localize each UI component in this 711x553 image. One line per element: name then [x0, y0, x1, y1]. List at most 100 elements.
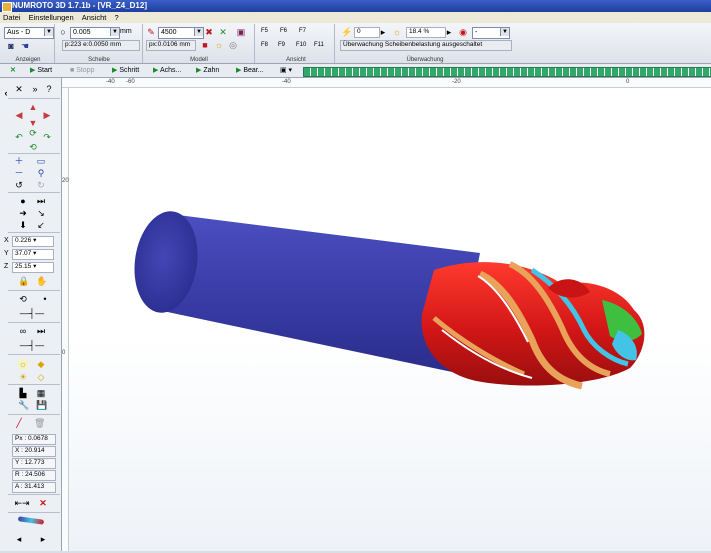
help-icon[interactable]: ?: [44, 84, 54, 94]
display-mode-select[interactable]: Aus - D ▼: [4, 27, 54, 39]
slider-icon[interactable]: —┤—: [14, 308, 50, 318]
prev-icon[interactable]: ◂: [14, 534, 24, 544]
step-select[interactable]: 0.005 ▼: [70, 27, 120, 39]
grid-icon[interactable]: ▦: [36, 388, 46, 398]
camera-icon[interactable]: ◙: [6, 41, 16, 51]
run-toolbar: ✕ ▶ Start ■ Stopp ▶ Schritt ▶ Achs... ▶ …: [0, 64, 711, 78]
rotate-left-icon[interactable]: ↶: [14, 132, 24, 142]
expand-down-icon[interactable]: ✕: [14, 84, 24, 94]
redo-icon[interactable]: ↻: [36, 180, 46, 190]
monitor-icon[interactable]: ⚡: [341, 27, 352, 37]
dot-small-icon[interactable]: •: [40, 294, 50, 304]
view-key-f10[interactable]: F10: [296, 42, 306, 48]
view-key-f8[interactable]: F8: [261, 42, 268, 48]
monitor-select[interactable]: - ▼: [472, 27, 510, 39]
wrench-icon[interactable]: 🔧: [18, 400, 29, 410]
counter-field[interactable]: 0: [354, 27, 380, 38]
coord-z-value: 25.15: [15, 263, 32, 270]
play-small-icon-2[interactable]: ▸: [444, 27, 454, 37]
skip-icon[interactable]: ⏭: [36, 196, 46, 206]
view-key-f9[interactable]: F9: [278, 42, 285, 48]
next-icon[interactable]: ▸: [38, 534, 48, 544]
dot-icon[interactable]: ●: [18, 196, 28, 206]
confirm-icon[interactable]: ✕: [218, 27, 228, 37]
skip-end-icon[interactable]: ⏭: [36, 326, 46, 336]
coord-x-input[interactable]: 0.226 ▾: [12, 236, 54, 247]
light2-icon[interactable]: ◇: [36, 372, 46, 382]
hand-icon[interactable]: ✋: [36, 276, 47, 286]
view-icon[interactable]: ☚: [20, 41, 30, 51]
stop-button[interactable]: ■ Stopp: [70, 66, 94, 76]
chevron-down-icon: ▼: [110, 28, 119, 36]
measure-icon[interactable]: ⇤⇥: [14, 498, 30, 508]
close-icon[interactable]: ✕: [10, 66, 16, 76]
menu-datei[interactable]: Datei: [0, 13, 24, 22]
menu-ansicht[interactable]: Ansicht: [79, 13, 110, 22]
trash-icon[interactable]: 🗑: [34, 418, 45, 428]
move-down-icon[interactable]: ⬇: [18, 220, 28, 230]
coord-x-value: 0.226: [15, 237, 32, 244]
play-small-icon[interactable]: ▸: [378, 27, 388, 37]
percent-field[interactable]: 18.4 %: [406, 27, 446, 38]
menu-einstellungen[interactable]: Einstellungen: [26, 13, 77, 22]
zoom-box-icon[interactable]: ▭: [36, 156, 46, 166]
rotate-down-icon[interactable]: ⟲: [28, 142, 38, 152]
pair-icon[interactable]: ∞: [18, 326, 28, 336]
rotate-ccw-icon[interactable]: ⟲: [18, 294, 28, 304]
sun-icon[interactable]: ☼: [18, 359, 28, 369]
move-diag-icon[interactable]: ↘: [36, 208, 46, 218]
ruler-tick: -40: [282, 79, 291, 85]
ruler-left: 20 0: [62, 88, 69, 551]
step-button[interactable]: ▶ Schritt: [112, 66, 139, 76]
tooth-button[interactable]: ▶ Zahn: [196, 66, 219, 76]
arrow-right-icon[interactable]: ▶: [42, 110, 52, 120]
resolution-select[interactable]: 4500 ▼: [158, 27, 204, 39]
coord-z-input[interactable]: 25.15 ▾: [12, 262, 54, 273]
arrow-down-icon[interactable]: ▼: [28, 118, 38, 128]
rotate-up-icon[interactable]: ⟳: [28, 128, 38, 138]
delete-icon[interactable]: ✖: [204, 27, 214, 37]
coord-y-value: 37.07: [15, 250, 32, 257]
axis-button[interactable]: ▶ Achs...: [153, 66, 181, 76]
sun-icon[interactable]: ☼: [214, 40, 224, 50]
move-right-icon[interactable]: ➜: [18, 208, 28, 218]
arrow-up-icon[interactable]: ▲: [28, 102, 38, 112]
sun-icon[interactable]: ☼: [392, 27, 402, 37]
zoom-icon[interactable]: ⚲: [36, 168, 46, 178]
view-key-f5[interactable]: F5: [261, 28, 268, 34]
view-key-f6[interactable]: F6: [280, 28, 287, 34]
3d-viewport[interactable]: [62, 78, 711, 551]
layout-icon[interactable]: ▙: [18, 388, 28, 398]
diamond-icon[interactable]: ◆: [36, 359, 46, 369]
pencil-icon[interactable]: ╱: [14, 418, 24, 428]
move-diag2-icon[interactable]: ↙: [36, 220, 46, 230]
collapse-icon[interactable]: ‹: [1, 88, 11, 98]
model-icon[interactable]: ▣: [236, 27, 246, 37]
double-chevron-icon[interactable]: »: [30, 84, 40, 94]
zoom-plus-icon[interactable]: ＋: [14, 156, 24, 166]
square-icon[interactable]: ■: [200, 40, 210, 50]
rotate-right-icon[interactable]: ↷: [42, 132, 52, 142]
save-icon[interactable]: 💾: [36, 400, 47, 410]
window-title: NUMROTO 3D 1.7.1b - [VR_Z4_D12]: [12, 1, 147, 10]
rotate-icon[interactable]: ↺: [14, 180, 24, 190]
pen-icon[interactable]: ✎: [146, 27, 156, 37]
zoom-minus-icon[interactable]: －: [14, 168, 24, 178]
target-icon[interactable]: ◉: [458, 27, 468, 37]
light-icon[interactable]: ☀: [18, 372, 28, 382]
group-label-anzeigen: Anzeigen: [15, 57, 41, 63]
menu-help[interactable]: ?: [111, 13, 121, 22]
arrow-left-icon[interactable]: ◀: [14, 110, 24, 120]
processing-button[interactable]: ▶ Bear...: [236, 66, 264, 76]
view-key-f7[interactable]: F7: [299, 28, 306, 34]
view-key-f11[interactable]: F11: [314, 42, 324, 48]
slider2-icon[interactable]: —┤—: [14, 340, 50, 350]
close-icon[interactable]: ✕: [38, 498, 48, 508]
tool-render: [134, 211, 645, 390]
settings-icon[interactable]: ◎: [228, 40, 238, 50]
page-icon[interactable]: ▣ ▾: [280, 66, 292, 76]
coord-y-input[interactable]: 37.07 ▾: [12, 249, 54, 260]
start-button[interactable]: ▶ Start: [30, 66, 52, 76]
step-icon: ▶: [112, 67, 118, 74]
lock-icon[interactable]: 🔒: [18, 276, 29, 286]
